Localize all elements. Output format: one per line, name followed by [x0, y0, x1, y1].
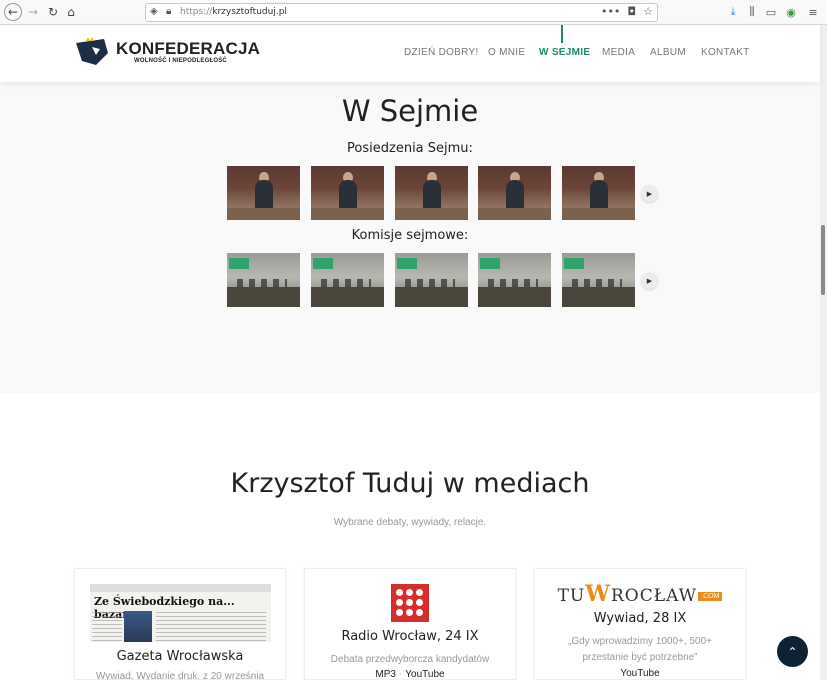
forward-arrow-icon[interactable]: → — [24, 3, 42, 21]
reload-icon[interactable]: ↻ — [44, 3, 62, 21]
committee-next-play-icon[interactable]: ▶ — [641, 272, 658, 289]
card-links: MP3 · YouTube — [375, 669, 445, 680]
back-arrow-icon[interactable]: ← — [4, 3, 22, 21]
menu-item-w-sejmie[interactable]: W SEJMIE — [539, 47, 590, 58]
menu-item-media[interactable]: MEDIA — [602, 47, 635, 58]
youtube-link[interactable]: YouTube — [620, 668, 659, 679]
site-header: KONFEDERACJA WOLNOŚĆ I NIEPODLEGŁOŚĆ DZI… — [0, 25, 820, 82]
hamburger-menu-icon[interactable]: ≡ — [806, 4, 820, 20]
logo-subtitle: WOLNOŚĆ I NIEPODLEGŁOŚĆ — [134, 58, 227, 64]
plenary-next-play-icon[interactable]: ▶ — [641, 185, 658, 202]
committee-video-thumbnail[interactable] — [311, 253, 384, 307]
card-name: Gazeta Wrocławska — [116, 649, 244, 664]
url-text[interactable]: https://krzysztoftuduj.pl — [180, 7, 287, 17]
radio-wroclaw-logo-icon[interactable] — [391, 584, 429, 622]
media-card-gazeta: Ze Świebodzkiego na... bazar Gazeta Wroc… — [74, 568, 286, 680]
active-menu-indicator — [561, 25, 563, 43]
card-name: Radio Wrocław, 24 IX — [341, 629, 479, 644]
pocket-icon[interactable]: ◘ — [627, 5, 636, 18]
committee-video-thumbnail[interactable] — [478, 253, 551, 307]
card-desc-line1: „Gdy wprowadzimy 1000+, 500+ — [568, 636, 712, 647]
tracking-shield-icon[interactable]: ◈ — [150, 6, 158, 17]
plenary-video-thumbnail[interactable] — [311, 166, 384, 220]
card-links: YouTube — [535, 668, 745, 679]
mp3-link[interactable]: MP3 — [375, 669, 396, 680]
menu-item-o-mnie[interactable]: O MNIE — [488, 47, 525, 58]
card-name: Wywiad, 28 IX — [593, 611, 687, 626]
committee-video-thumbnail[interactable] — [562, 253, 635, 307]
lock-icon[interactable]: 🔒︎ — [166, 6, 171, 17]
plenary-video-thumbnail[interactable] — [227, 166, 300, 220]
media-subtitle: Wybrane debaty, wywiady, relacje. — [333, 517, 487, 528]
menu-item-dzien-dobry[interactable]: DZIEŃ DOBRY! — [404, 47, 479, 58]
konfederacja-logo-icon[interactable] — [74, 37, 110, 67]
menu-item-kontakt[interactable]: KONTAKT — [701, 47, 750, 58]
plenary-video-thumbnail[interactable] — [395, 166, 468, 220]
logo-title[interactable]: KONFEDERACJA — [116, 39, 260, 59]
address-bar[interactable]: ◈ 🔒︎ https://krzysztoftuduj.pl ••• ◘ ☆ — [145, 3, 658, 22]
download-icon[interactable]: ⤓ — [726, 4, 740, 20]
plenary-label: Posiedzenia Sejmu: — [347, 141, 473, 156]
bookmark-star-icon[interactable]: ☆ — [643, 5, 653, 18]
card-desc-line2: przestanie być potrzebne” — [582, 652, 698, 663]
library-icon[interactable]: ⫼ — [745, 4, 759, 20]
menu-item-album[interactable]: ALBUM — [650, 47, 686, 58]
home-icon[interactable]: ⌂ — [62, 3, 80, 21]
page-actions-icon[interactable]: ••• — [601, 5, 620, 18]
tuwroclaw-logo[interactable]: TUWROCŁAW .COM — [535, 581, 745, 607]
youtube-link[interactable]: YouTube — [405, 669, 444, 680]
extension-icon[interactable]: ◉ — [784, 4, 798, 20]
committee-video-thumbnail[interactable] — [227, 253, 300, 307]
committee-video-thumbnail[interactable] — [395, 253, 468, 307]
scrollbar-thumb[interactable] — [821, 225, 825, 295]
card-desc: Debata przedwyborcza kandydatów — [330, 654, 490, 665]
committee-label: Komisje sejmowe: — [351, 228, 469, 243]
plenary-video-thumbnail[interactable] — [478, 166, 551, 220]
back-to-top-button[interactable]: ⌃ — [777, 636, 808, 667]
newspaper-clipping-image[interactable]: Ze Świebodzkiego na... bazar — [90, 584, 271, 642]
plenary-video-thumbnail[interactable] — [562, 166, 635, 220]
scrollbar-track[interactable] — [820, 25, 827, 680]
sidebar-icon[interactable]: ▭ — [764, 4, 778, 20]
media-title: Krzysztof Tuduj w mediach — [230, 468, 590, 499]
card-desc: Wywiad. Wydanie druk. z 20 września — [95, 671, 265, 680]
media-card-tuwroclaw: TUWROCŁAW .COM Wywiad, 28 IX „Gdy wprowad… — [534, 568, 746, 680]
media-card-radio: Radio Wrocław, 24 IX Debata przedwyborcz… — [304, 568, 516, 680]
sejm-title: W Sejmie — [341, 94, 479, 128]
browser-toolbar: ← → ↻ ⌂ ◈ 🔒︎ https://krzysztoftuduj.pl •… — [0, 0, 827, 25]
